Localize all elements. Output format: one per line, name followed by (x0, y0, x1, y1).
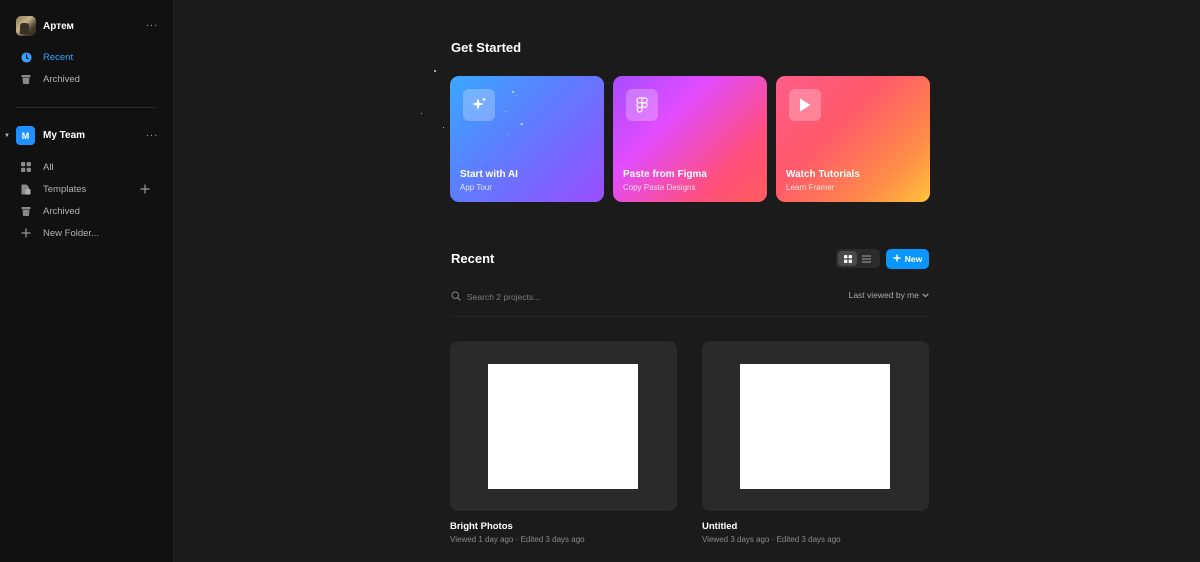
sparkle-decoration (421, 113, 422, 114)
add-template-icon[interactable] (139, 183, 151, 195)
project-name: Untitled (702, 521, 738, 532)
card-subtitle: Copy Paste Designs (623, 183, 696, 192)
sidebar-item-new-folder[interactable]: New Folder... (20, 226, 99, 240)
sidebar-item-team-archived[interactable]: Archived (20, 204, 80, 218)
sparkle-decoration (505, 111, 506, 112)
sparkle-decoration (521, 123, 523, 125)
card-paste-from-figma[interactable]: Paste from Figma Copy Paste Designs (613, 76, 767, 202)
sidebar-item-all[interactable]: All (20, 160, 54, 174)
sidebar-item-templates[interactable]: Templates (20, 182, 86, 196)
sidebar-item-label: Templates (43, 183, 87, 195)
chevron-down-icon (922, 290, 929, 300)
plus-icon (20, 227, 32, 239)
clock-icon (20, 51, 32, 63)
project-meta: Viewed 1 day ago · Edited 3 days ago (450, 535, 585, 544)
sidebar-item-label: New Folder... (43, 227, 99, 239)
more-icon[interactable]: ··· (146, 20, 159, 32)
new-project-button[interactable]: New (886, 249, 929, 269)
trash-icon (20, 73, 32, 85)
get-started-title: Get Started (451, 40, 522, 55)
sparkle-decoration (434, 70, 436, 72)
card-watch-tutorials[interactable]: Watch Tutorials Learn Framer (776, 76, 930, 202)
sparkle-icon (463, 89, 495, 121)
figma-icon (626, 89, 658, 121)
card-title: Watch Tutorials (786, 169, 860, 180)
sidebar-item-archived[interactable]: Archived (20, 72, 80, 86)
play-icon (789, 89, 821, 121)
card-title: Start with AI (460, 169, 518, 180)
sparkle-decoration (516, 95, 517, 96)
avatar[interactable] (16, 16, 36, 36)
card-title: Paste from Figma (623, 169, 707, 180)
project-meta: Viewed 3 days ago · Edited 3 days ago (702, 535, 841, 544)
user-menu[interactable]: Артем ··· (16, 16, 158, 36)
view-toggle (836, 249, 880, 268)
divider (451, 316, 929, 317)
list-view-button[interactable] (857, 251, 876, 266)
search-bar: Last viewed by me (451, 290, 929, 304)
card-subtitle: App Tour (460, 183, 492, 192)
card-subtitle: Learn Framer (786, 183, 835, 192)
project-name: Bright Photos (450, 521, 513, 532)
grid-icon (843, 250, 852, 268)
list-icon (862, 250, 871, 268)
project-card[interactable]: Untitled Viewed 3 days ago · Edited 3 da… (702, 341, 929, 544)
search-icon (451, 288, 461, 306)
sidebar-item-label: All (43, 161, 54, 173)
sidebar-item-label: Recent (43, 51, 74, 63)
user-name: Артем (43, 20, 74, 32)
sort-label: Last viewed by me (848, 290, 919, 300)
grid-view-button[interactable] (838, 251, 857, 266)
caret-down-icon[interactable]: ▼ (4, 133, 16, 139)
team-header[interactable]: ▼ M My Team ··· (4, 126, 158, 145)
search-input[interactable] (467, 292, 667, 302)
plus-icon (893, 254, 901, 264)
card-start-with-ai[interactable]: Start with AI App Tour (450, 76, 604, 202)
sidebar-item-label: Archived (43, 73, 80, 85)
project-thumbnail[interactable] (702, 341, 929, 511)
new-button-label: New (904, 254, 923, 264)
project-thumbnail[interactable] (450, 341, 677, 511)
thumbnail-preview (740, 364, 890, 489)
team-name: My Team (43, 130, 86, 141)
project-card[interactable]: Bright Photos Viewed 1 day ago · Edited … (450, 341, 677, 544)
sparkle-decoration (443, 127, 444, 128)
templates-icon (20, 183, 32, 195)
sidebar-item-label: Archived (43, 205, 80, 217)
sparkle-decoration (512, 91, 514, 93)
more-icon[interactable]: ··· (146, 130, 159, 141)
divider (16, 107, 155, 108)
sparkle-decoration (508, 134, 509, 135)
sidebar-item-recent[interactable]: Recent (20, 50, 73, 64)
team-badge: M (16, 126, 35, 145)
grid-icon (20, 161, 32, 173)
sort-dropdown[interactable]: Last viewed by me (849, 290, 929, 300)
sidebar: Артем ··· Recent Archived ▼ M My Team ··… (0, 0, 174, 562)
trash-icon (20, 205, 32, 217)
thumbnail-preview (488, 364, 638, 489)
recent-title: Recent (451, 251, 495, 266)
